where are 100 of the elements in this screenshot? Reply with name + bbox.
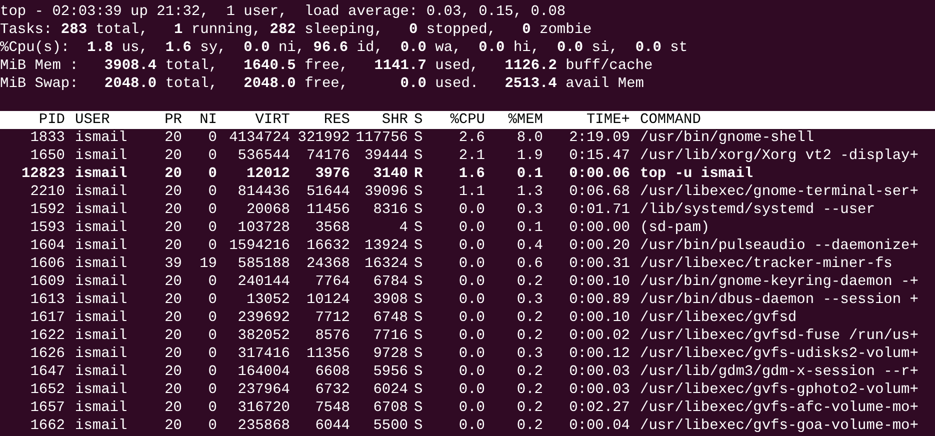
table-cell: 6024 bbox=[373, 381, 408, 399]
table-cell: 20 bbox=[164, 129, 182, 147]
command-cell: /usr/libexec/gvfs-udisks2-volum+ bbox=[640, 345, 918, 363]
table-cell: 20 bbox=[164, 291, 182, 309]
command-cell: /usr/lib/gdm3/gdm-x-session --r+ bbox=[640, 363, 918, 381]
table-cell: 1652 bbox=[30, 381, 65, 399]
column-header: NI bbox=[200, 111, 217, 129]
table-cell: ismail bbox=[75, 201, 128, 219]
table-cell: 0 bbox=[208, 381, 217, 399]
table-cell: 0 bbox=[208, 345, 217, 363]
table-cell: 6708 bbox=[373, 399, 408, 417]
table-cell: 20 bbox=[164, 345, 182, 363]
command-cell: /usr/libexec/gvfsd bbox=[640, 309, 797, 327]
table-cell: 1.9 bbox=[516, 147, 543, 165]
column-header: %MEM bbox=[508, 111, 543, 129]
table-cell: 0.2 bbox=[516, 309, 543, 327]
table-cell: 7548 bbox=[315, 399, 350, 417]
table-cell: 0.0 bbox=[458, 381, 485, 399]
table-cell: 0.0 bbox=[458, 399, 485, 417]
table-cell: 0 bbox=[208, 237, 217, 255]
table-cell: 536544 bbox=[238, 147, 290, 165]
table-cell: 0:00.04 bbox=[569, 417, 630, 435]
table-cell: 8576 bbox=[315, 327, 350, 345]
table-cell: 1.6 bbox=[458, 165, 485, 183]
table-cell: S bbox=[414, 363, 423, 381]
table-cell: 1833 bbox=[30, 129, 65, 147]
table-cell: 0 bbox=[208, 399, 217, 417]
table-cell: ismail bbox=[75, 237, 128, 255]
table-cell: R bbox=[414, 165, 423, 183]
table-cell: S bbox=[414, 255, 423, 273]
summary-line: %Cpu(s): 1.8 us, 1.6 sy, 0.0 ni, 96.6 id, 0.0 wa, 0.0 hi, 0.0 si, 0.0 st bbox=[0, 39, 688, 57]
table-cell: 20 bbox=[164, 147, 182, 165]
table-cell: 2.6 bbox=[458, 129, 485, 147]
table-cell: 1647 bbox=[30, 363, 65, 381]
table-cell: 1592 bbox=[30, 201, 65, 219]
table-cell: ismail bbox=[75, 345, 128, 363]
table-cell: 1662 bbox=[30, 417, 65, 435]
command-cell: /usr/lib/xorg/Xorg vt2 -display+ bbox=[640, 147, 918, 165]
table-cell: 0.0 bbox=[458, 273, 485, 291]
table-cell: 0 bbox=[208, 291, 217, 309]
table-cell: ismail bbox=[75, 219, 128, 237]
table-cell: 240144 bbox=[238, 273, 290, 291]
table-cell: 7712 bbox=[315, 309, 350, 327]
table-cell: 0.0 bbox=[458, 219, 485, 237]
table-cell: 0.3 bbox=[516, 345, 543, 363]
table-cell: 103728 bbox=[238, 219, 290, 237]
table-cell: 0.3 bbox=[516, 201, 543, 219]
table-cell: 20 bbox=[164, 327, 182, 345]
table-cell: 0:00.12 bbox=[569, 345, 630, 363]
table-cell: 16324 bbox=[364, 255, 408, 273]
table-cell: 316720 bbox=[238, 399, 290, 417]
table-cell: 1657 bbox=[30, 399, 65, 417]
table-cell: 0 bbox=[208, 363, 217, 381]
table-cell: ismail bbox=[75, 381, 128, 399]
table-cell: ismail bbox=[75, 399, 128, 417]
table-cell: 0 bbox=[208, 129, 217, 147]
table-cell: S bbox=[414, 291, 423, 309]
column-header: TIME+ bbox=[586, 111, 630, 129]
table-cell: 13052 bbox=[246, 291, 290, 309]
summary-line: top - 02:03:39 up 21:32, 1 user, load average: 0.03, 0.15, 0.08 bbox=[0, 3, 566, 21]
table-cell: 3976 bbox=[315, 165, 350, 183]
table-cell: ismail bbox=[75, 183, 128, 201]
table-cell: 0:01.71 bbox=[569, 201, 630, 219]
table-cell: 0.0 bbox=[458, 291, 485, 309]
table-cell: 0.4 bbox=[516, 237, 543, 255]
table-cell: 1617 bbox=[30, 309, 65, 327]
table-cell: 6608 bbox=[315, 363, 350, 381]
table-cell: ismail bbox=[75, 129, 128, 147]
command-cell: /lib/systemd/systemd --user bbox=[640, 201, 875, 219]
table-cell: 4134724 bbox=[229, 129, 290, 147]
table-cell: 0:00.20 bbox=[569, 237, 630, 255]
table-cell: 0 bbox=[208, 309, 217, 327]
table-cell: 0.0 bbox=[458, 345, 485, 363]
table-cell: 1.3 bbox=[516, 183, 543, 201]
table-cell: S bbox=[414, 237, 423, 255]
table-cell: 0.2 bbox=[516, 327, 543, 345]
table-cell: 12823 bbox=[21, 165, 65, 183]
table-cell: S bbox=[414, 219, 423, 237]
table-cell: 1622 bbox=[30, 327, 65, 345]
table-cell: 0:00.10 bbox=[569, 309, 630, 327]
table-cell: 0.2 bbox=[516, 363, 543, 381]
table-cell: 5500 bbox=[373, 417, 408, 435]
column-header: %CPU bbox=[450, 111, 485, 129]
table-cell: 239692 bbox=[238, 309, 290, 327]
table-cell: 20 bbox=[164, 165, 182, 183]
table-cell: 13924 bbox=[364, 237, 408, 255]
table-cell: 0:00.10 bbox=[569, 273, 630, 291]
table-cell: 1604 bbox=[30, 237, 65, 255]
table-cell: 20 bbox=[164, 399, 182, 417]
command-cell: /usr/libexec/gvfs-goa-volume-mo+ bbox=[640, 417, 918, 435]
table-cell: 0 bbox=[208, 201, 217, 219]
table-cell: 39444 bbox=[364, 147, 408, 165]
command-cell: (sd-pam) bbox=[640, 219, 710, 237]
table-cell: 2:19.09 bbox=[569, 129, 630, 147]
table-cell: 1594216 bbox=[229, 237, 290, 255]
column-header: SHR bbox=[382, 111, 408, 129]
table-cell: 0:00.03 bbox=[569, 363, 630, 381]
table-cell: S bbox=[414, 147, 423, 165]
table-cell: S bbox=[414, 345, 423, 363]
command-cell: /usr/libexec/tracker-miner-fs bbox=[640, 255, 892, 273]
